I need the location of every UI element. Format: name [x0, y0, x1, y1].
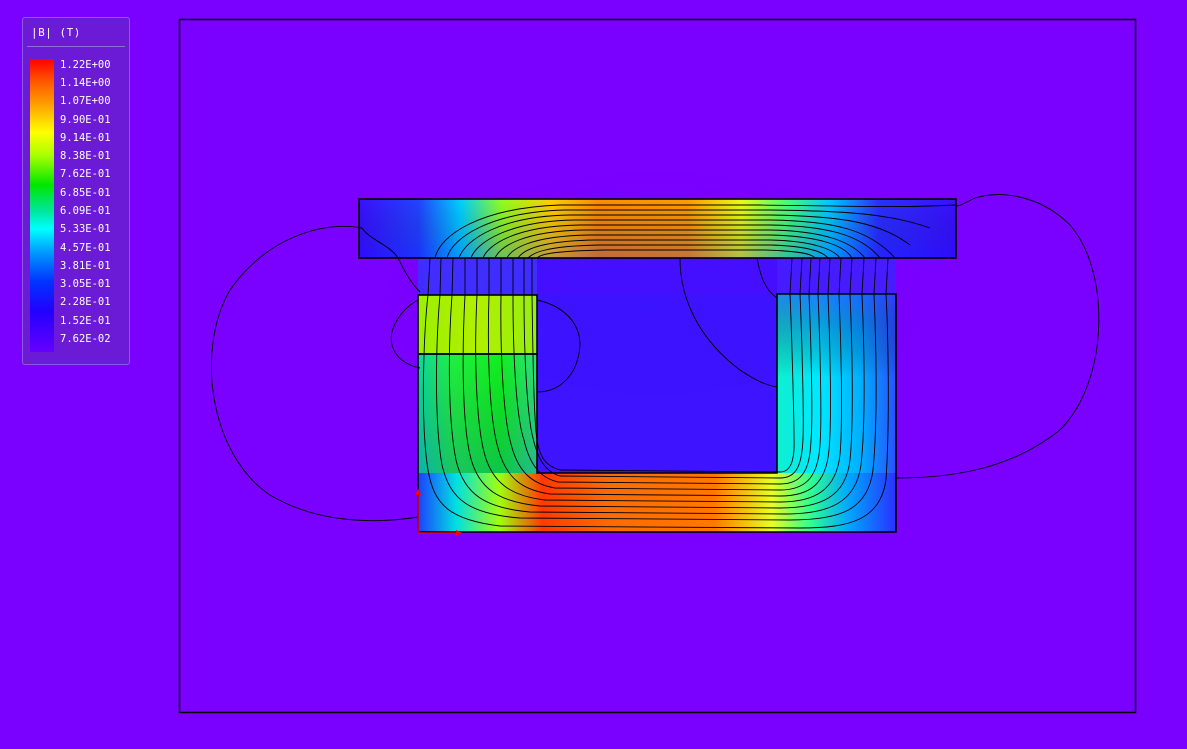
bottom-bar	[418, 473, 896, 532]
field-plot-viewport[interactable]	[0, 0, 1187, 749]
inner-window-shade	[537, 294, 777, 473]
coil-block	[418, 295, 537, 354]
left-air-gap	[418, 258, 537, 295]
magnetic-core	[359, 199, 956, 532]
right-air-gap	[777, 258, 896, 294]
top-bar-shade	[359, 199, 956, 258]
